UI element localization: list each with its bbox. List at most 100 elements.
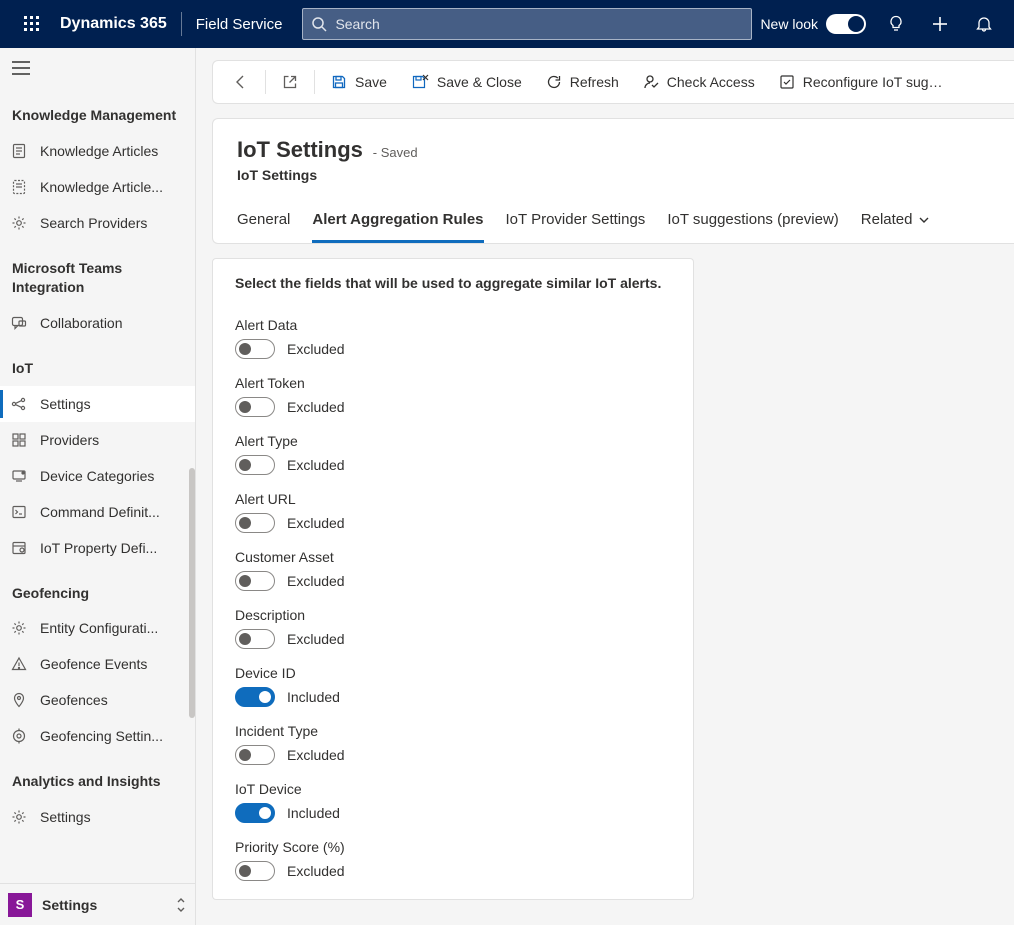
sidebar-item-label: Search Providers: [40, 215, 147, 231]
main-content: Save Save & Close Refresh Check Access R…: [196, 48, 1014, 925]
reconfigure-label: Reconfigure IoT sugge...: [803, 74, 945, 90]
sidebar-item-iot-settings[interactable]: Settings: [0, 386, 195, 422]
gear-icon: [8, 618, 30, 638]
search-input[interactable]: [335, 16, 751, 32]
field-label: Incident Type: [235, 723, 671, 739]
sidebar-item-analytics-settings[interactable]: Settings: [0, 799, 195, 835]
sidebar-item-geofences[interactable]: Geofences: [0, 682, 195, 718]
toggle-device-id[interactable]: [235, 687, 275, 707]
tab-aggregation[interactable]: Alert Aggregation Rules: [312, 203, 483, 243]
search-icon: [311, 16, 327, 32]
panel-heading: Select the fields that will be used to a…: [235, 275, 671, 291]
tab-provider[interactable]: IoT Provider Settings: [506, 203, 646, 243]
global-search[interactable]: [302, 8, 752, 40]
toggle-state-label: Included: [287, 805, 340, 821]
command-separator: [265, 70, 266, 94]
field-label: Alert Token: [235, 375, 671, 391]
back-button[interactable]: [221, 60, 261, 104]
toggle-description[interactable]: [235, 629, 275, 649]
sidebar: Knowledge Management Knowledge Articles …: [0, 48, 196, 925]
lightbulb-icon[interactable]: [874, 0, 918, 48]
area-label: Settings: [42, 897, 165, 913]
global-navbar: Dynamics 365 Field Service New look: [0, 0, 1014, 48]
sidebar-group-analytics: Analytics and Insights: [0, 754, 195, 799]
toggle-customer-asset[interactable]: [235, 571, 275, 591]
properties-icon: [8, 538, 30, 558]
sidebar-group-knowledge: Knowledge Management: [0, 88, 195, 133]
check-access-label: Check Access: [667, 74, 755, 90]
reconfigure-icon: [779, 74, 795, 90]
toggle-incident-type[interactable]: [235, 745, 275, 765]
gear-icon: [8, 807, 30, 827]
sidebar-collapse-icon[interactable]: [0, 48, 195, 88]
save-close-button[interactable]: Save & Close: [399, 60, 534, 104]
toggle-state-label: Excluded: [287, 747, 345, 763]
toggle-state-label: Excluded: [287, 573, 345, 589]
sidebar-item-label: Entity Configurati...: [40, 620, 158, 636]
sidebar-item-command-definitions[interactable]: Command Definit...: [0, 494, 195, 530]
warning-icon: [8, 654, 30, 674]
toggle-alert-url[interactable]: [235, 513, 275, 533]
pin-icon: [8, 690, 30, 710]
area-switcher[interactable]: S Settings: [0, 883, 195, 925]
open-new-button[interactable]: [270, 60, 310, 104]
sidebar-item-providers[interactable]: Providers: [0, 422, 195, 458]
field-label: Alert URL: [235, 491, 671, 507]
node-icon: [8, 394, 30, 414]
terminal-icon: [8, 502, 30, 522]
sidebar-item-knowledge-article-templates[interactable]: Knowledge Article...: [0, 169, 195, 205]
field-label: Description: [235, 607, 671, 623]
sidebar-item-label: Geofencing Settin...: [40, 728, 163, 744]
sidebar-item-label: Knowledge Articles: [40, 143, 158, 159]
tab-suggestions[interactable]: IoT suggestions (preview): [667, 203, 838, 243]
form-header: IoT Settings - Saved IoT Settings Genera…: [212, 118, 1014, 244]
check-access-button[interactable]: Check Access: [631, 60, 767, 104]
module-name[interactable]: Field Service: [196, 16, 295, 33]
target-icon: [8, 726, 30, 746]
tab-related[interactable]: Related: [861, 203, 931, 243]
bell-icon[interactable]: [962, 0, 1006, 48]
sidebar-group-iot: IoT: [0, 341, 195, 386]
toggle-priority-score[interactable]: [235, 861, 275, 881]
field-priority-score: Priority Score (%) Excluded: [235, 839, 671, 881]
reconfigure-button[interactable]: Reconfigure IoT sugge...: [767, 60, 957, 104]
sidebar-item-knowledge-articles[interactable]: Knowledge Articles: [0, 133, 195, 169]
area-badge: S: [8, 893, 32, 917]
page-title: IoT Settings: [237, 137, 363, 163]
field-label: Device ID: [235, 665, 671, 681]
open-new-icon: [282, 74, 298, 90]
sidebar-item-label: Knowledge Article...: [40, 179, 163, 195]
refresh-button[interactable]: Refresh: [534, 60, 631, 104]
field-device-id: Device ID Included: [235, 665, 671, 707]
new-look-toggle[interactable]: [826, 14, 866, 34]
field-label: Alert Type: [235, 433, 671, 449]
field-incident-type: Incident Type Excluded: [235, 723, 671, 765]
sidebar-item-property-definitions[interactable]: IoT Property Defi...: [0, 530, 195, 566]
tab-general[interactable]: General: [237, 203, 290, 243]
sidebar-item-geofencing-settings[interactable]: Geofencing Settin...: [0, 718, 195, 754]
sidebar-item-device-categories[interactable]: Device Categories: [0, 458, 195, 494]
sidebar-item-geofence-events[interactable]: Geofence Events: [0, 646, 195, 682]
sidebar-item-search-providers[interactable]: Search Providers: [0, 205, 195, 241]
sidebar-item-label: Settings: [40, 396, 91, 412]
add-icon[interactable]: [918, 0, 962, 48]
field-alert-type: Alert Type Excluded: [235, 433, 671, 475]
toggle-alert-data[interactable]: [235, 339, 275, 359]
toggle-state-label: Excluded: [287, 863, 345, 879]
chevron-updown-icon: [175, 897, 187, 913]
toggle-state-label: Excluded: [287, 457, 345, 473]
document-icon: [8, 141, 30, 161]
app-launcher-icon[interactable]: [8, 0, 56, 48]
toggle-state-label: Included: [287, 689, 340, 705]
field-description: Description Excluded: [235, 607, 671, 649]
save-button[interactable]: Save: [319, 60, 399, 104]
save-close-label: Save & Close: [437, 74, 522, 90]
toggle-iot-device[interactable]: [235, 803, 275, 823]
sidebar-item-label: Command Definit...: [40, 504, 160, 520]
toggle-alert-type[interactable]: [235, 455, 275, 475]
sidebar-item-entity-config[interactable]: Entity Configurati...: [0, 610, 195, 646]
command-separator: [314, 70, 315, 94]
sidebar-item-collaboration[interactable]: Collaboration: [0, 305, 195, 341]
save-icon: [331, 74, 347, 90]
toggle-alert-token[interactable]: [235, 397, 275, 417]
